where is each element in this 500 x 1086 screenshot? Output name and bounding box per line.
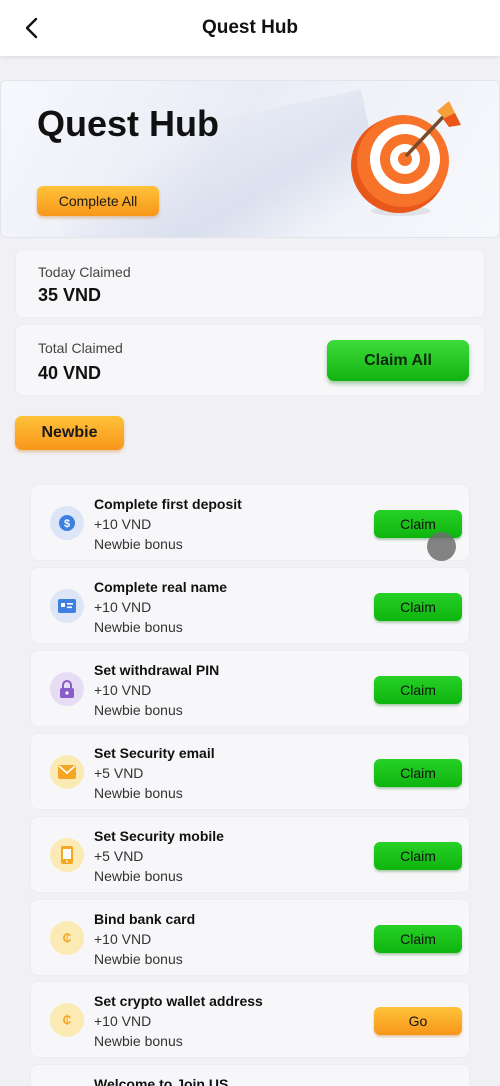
task-subtitle: Newbie bonus	[94, 785, 183, 801]
total-claimed-label: Total Claimed	[38, 340, 123, 356]
back-button[interactable]	[18, 14, 46, 42]
hero-banner: Quest Hub Complete All	[0, 80, 500, 238]
task-subtitle: Newbie bonus	[94, 536, 183, 552]
envelope-icon	[50, 755, 84, 789]
claim-button[interactable]: Claim	[374, 925, 462, 953]
dollar-coin-icon: $	[50, 506, 84, 540]
task-subtitle: Newbie bonus	[94, 1033, 183, 1049]
list-item: ₵ Set crypto wallet address +10 VND Newb…	[30, 981, 470, 1058]
task-reward: +10 VND	[94, 599, 152, 615]
id-card-icon	[50, 589, 84, 623]
tab-newbie[interactable]: Newbie	[15, 416, 124, 450]
top-navigation-bar: Quest Hub	[0, 0, 500, 56]
task-reward: +10 VND	[94, 682, 152, 698]
go-button[interactable]: Go	[374, 1007, 462, 1035]
list-item: Set Security email +5 VND Newbie bonus C…	[30, 733, 470, 810]
task-subtitle: Newbie bonus	[94, 951, 183, 967]
task-reward: +5 VND	[94, 765, 144, 781]
task-title: Set Security mobile	[94, 828, 224, 844]
task-title: Complete real name	[94, 579, 228, 595]
list-item: Set Security mobile +5 VND Newbie bonus …	[30, 816, 470, 893]
claim-button[interactable]: Claim	[374, 593, 462, 621]
complete-all-button[interactable]: Complete All	[37, 186, 159, 216]
total-claimed-card: Total Claimed 40 VND Claim All	[15, 324, 485, 396]
task-reward: +5 VND	[94, 848, 144, 864]
task-subtitle: Newbie bonus	[94, 868, 183, 884]
today-claimed-label: Today Claimed	[38, 264, 131, 280]
claim-button[interactable]: Claim	[374, 676, 462, 704]
today-claimed-card: Today Claimed 35 VND	[15, 249, 485, 318]
coin-icon: ₵	[50, 921, 84, 955]
task-reward: +10 VND	[94, 931, 152, 947]
list-item: ₵ Bind bank card +10 VND Newbie bonus Cl…	[30, 899, 470, 976]
total-claimed-value: 40 VND	[38, 363, 102, 383]
task-reward: +10 VND	[94, 516, 152, 532]
task-title: Set crypto wallet address	[94, 993, 263, 1009]
list-item: Complete real name +10 VND Newbie bonus …	[30, 567, 470, 644]
lock-icon	[50, 672, 84, 706]
hero-title: Quest Hub	[37, 103, 220, 144]
target-dart-icon	[351, 101, 461, 216]
task-title: Welcome to Join US	[94, 1076, 229, 1086]
svg-text:$: $	[64, 518, 70, 530]
claim-button[interactable]: Claim	[374, 842, 462, 870]
task-title: Bind bank card	[94, 911, 196, 927]
task-subtitle: Newbie bonus	[94, 619, 183, 635]
list-item: Set withdrawal PIN +10 VND Newbie bonus …	[30, 650, 470, 727]
claim-button[interactable]: Claim	[374, 759, 462, 787]
page-title: Quest Hub	[201, 17, 299, 38]
svg-text:₵: ₵	[63, 1013, 72, 1027]
list-item: Welcome to Join US	[30, 1064, 470, 1086]
list-item: $ Complete first deposit +10 VND Newbie …	[30, 484, 470, 561]
svg-text:₵: ₵	[63, 931, 72, 945]
task-title: Set withdrawal PIN	[94, 662, 220, 678]
mobile-phone-icon	[50, 838, 84, 872]
task-title: Set Security email	[94, 745, 215, 761]
task-subtitle: Newbie bonus	[94, 702, 183, 718]
touch-indicator	[427, 532, 456, 561]
task-title: Complete first deposit	[94, 496, 242, 512]
chevron-left-icon	[25, 17, 38, 39]
task-reward: +10 VND	[94, 1013, 152, 1029]
today-claimed-value: 35 VND	[38, 285, 102, 305]
coin-icon: ₵	[50, 1003, 84, 1037]
claim-all-button[interactable]: Claim All	[327, 340, 469, 381]
